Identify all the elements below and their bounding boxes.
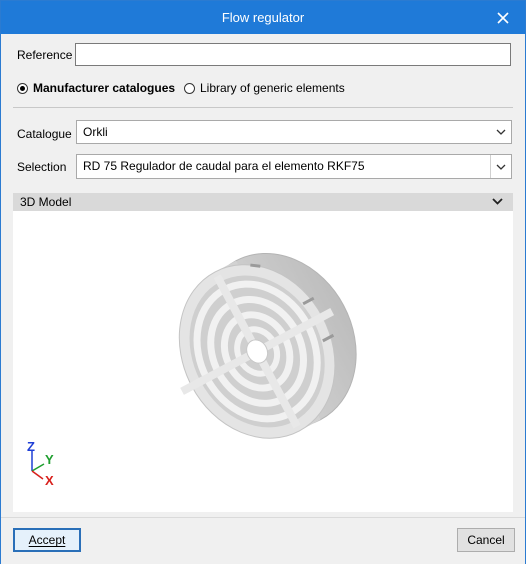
- axis-z-label: Z: [27, 439, 35, 454]
- accept-button[interactable]: Accept: [13, 528, 81, 552]
- catalogue-value: Orkli: [83, 125, 108, 139]
- model-3d-viewer[interactable]: Z Y X: [13, 211, 513, 512]
- catalogue-label: Catalogue: [17, 127, 72, 141]
- flow-regulator-dialog: Flow regulator Reference Manufacturer ca…: [0, 0, 526, 564]
- cancel-button-label: Cancel: [467, 533, 505, 547]
- catalogue-select[interactable]: Orkli: [76, 120, 512, 144]
- selection-select[interactable]: RD 75 Regulador de caudal para el elemen…: [76, 154, 512, 179]
- manufacturer-catalogues-radio[interactable]: Manufacturer catalogues: [17, 81, 175, 95]
- flow-regulator-3d-model: [31, 252, 357, 480]
- reference-label: Reference: [17, 48, 73, 62]
- generic-library-radio[interactable]: Library of generic elements: [184, 81, 345, 95]
- axis-y-label: Y: [45, 452, 54, 467]
- radio-unselected-indicator: [184, 82, 195, 94]
- chevron-down-icon: [496, 164, 506, 170]
- window-title: Flow regulator: [221, 10, 305, 25]
- selection-value: RD 75 Regulador de caudal para el elemen…: [83, 159, 365, 173]
- axes-triad: [31, 450, 45, 480]
- dialog-footer: Accept Cancel: [1, 517, 525, 564]
- manufacturer-catalogues-label: Manufacturer catalogues: [33, 81, 176, 95]
- model-section-header[interactable]: 3D Model: [13, 193, 513, 211]
- model-section-title: 3D Model: [20, 195, 72, 209]
- catalogue-dropdown-arrow[interactable]: [491, 121, 511, 143]
- separator: [13, 107, 513, 108]
- collapse-chevron-icon[interactable]: [492, 198, 503, 205]
- chevron-down-icon: [496, 129, 506, 135]
- generic-library-label: Library of generic elements: [200, 81, 345, 95]
- axis-x-label: X: [45, 473, 54, 488]
- radio-selected-indicator: [17, 82, 28, 94]
- selection-label: Selection: [17, 160, 67, 174]
- reference-input[interactable]: [75, 43, 511, 66]
- title-bar: Flow regulator: [1, 1, 525, 34]
- cancel-button[interactable]: Cancel: [457, 528, 515, 552]
- accept-button-label: Accept: [28, 533, 66, 547]
- selection-dropdown-arrow[interactable]: [490, 155, 511, 178]
- close-icon: [497, 11, 509, 24]
- close-button[interactable]: [481, 1, 525, 34]
